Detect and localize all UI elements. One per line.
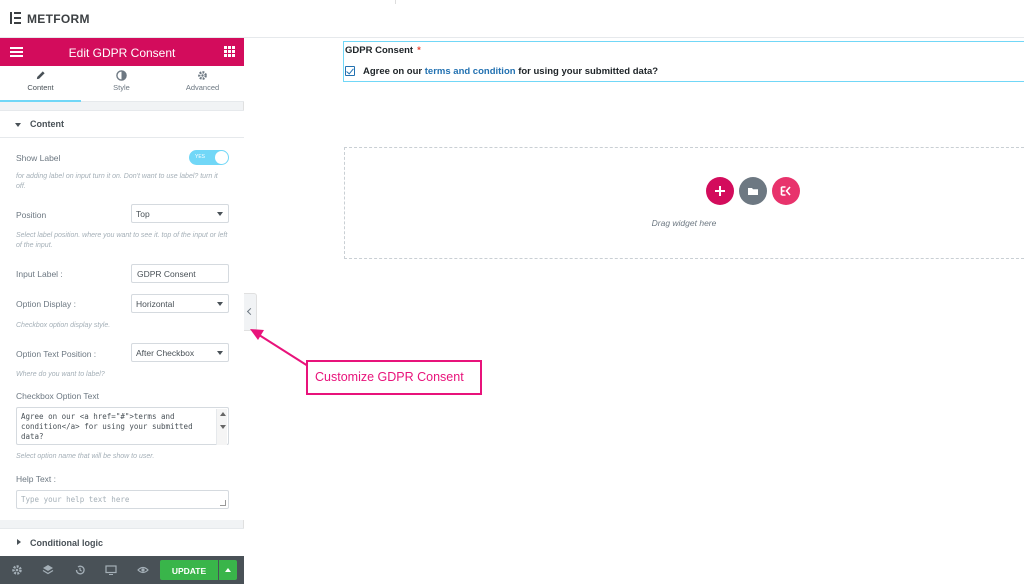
plus-icon — [715, 186, 725, 196]
caret-down-icon — [15, 123, 21, 127]
help-text-label: Help Text : — [16, 474, 57, 484]
tab-style-label: Style — [113, 83, 130, 92]
pencil-icon — [36, 71, 45, 80]
chevron-left-icon — [246, 307, 255, 316]
brand-name: METFORM — [27, 12, 90, 26]
position-select[interactable]: Top — [131, 204, 229, 223]
option-text-position-label: Option Text Position : — [16, 349, 97, 359]
section-conditional-logic[interactable]: Conditional logic — [0, 528, 244, 556]
input-label-label: Input Label : — [16, 269, 63, 279]
add-section-button[interactable] — [706, 177, 734, 205]
position-hint: Select label position. where you want to… — [16, 232, 228, 249]
tab-content[interactable]: Content — [0, 66, 81, 102]
elementskit-template-button[interactable] — [772, 177, 800, 205]
gdpr-consent-widget[interactable]: GDPR Consent * Agree on our terms and con… — [343, 41, 1024, 82]
caret-up-icon — [225, 568, 231, 572]
collapse-panel-handle[interactable] — [244, 293, 257, 331]
show-label-hint: for adding label on input turn it on. Do… — [16, 173, 218, 190]
history-icon[interactable] — [74, 564, 86, 576]
tab-advanced[interactable]: Advanced — [162, 66, 243, 102]
add-template-button[interactable] — [739, 177, 767, 205]
annotation-callout: Customize GDPR Consent — [306, 360, 482, 395]
option-display-label: Option Display : — [16, 299, 76, 309]
textarea-scrollbar[interactable] — [216, 409, 227, 445]
scroll-down-icon[interactable] — [220, 425, 226, 429]
preview-eye-icon[interactable] — [137, 564, 149, 576]
show-label-toggle[interactable]: YES — [189, 150, 229, 165]
responsive-desktop-icon[interactable] — [105, 564, 117, 576]
option-suffix: for using your submitted data? — [515, 66, 659, 77]
top-bar: METFORM — [0, 0, 1024, 38]
gdpr-heading-text: GDPR Consent — [345, 45, 414, 56]
panel-title: Edit GDPR Consent — [68, 46, 176, 60]
callout-text: Customize GDPR Consent — [315, 370, 464, 384]
scroll-up-icon[interactable] — [220, 412, 226, 416]
settings-gear-icon[interactable] — [11, 564, 23, 576]
preview-canvas — [257, 38, 1024, 584]
required-mark: * — [417, 45, 421, 56]
drag-widget-text: Drag widget here — [651, 218, 717, 228]
terms-link[interactable]: terms and condition — [425, 66, 516, 77]
help-text-input[interactable]: Type your help text here — [16, 490, 229, 509]
update-button[interactable]: UPDATE — [160, 560, 218, 580]
section-content-title: Content — [30, 119, 64, 129]
editor-panel: Edit GDPR Consent Content Style Advanced… — [0, 38, 244, 584]
resize-grip-icon[interactable] — [220, 500, 226, 506]
half-circle-icon — [116, 70, 127, 81]
position-label: Position — [16, 210, 47, 220]
content-controls: Show Label YES for adding label on input… — [0, 138, 244, 520]
folder-icon — [748, 188, 758, 195]
elementor-logo-icon — [10, 12, 21, 24]
drop-zone[interactable] — [344, 147, 1024, 259]
checkbox-option-text-value: Agree on our <a href="#">terms and condi… — [21, 412, 193, 441]
conditional-logic-title: Conditional logic — [30, 538, 103, 548]
top-divider — [395, 0, 396, 4]
toggle-knob — [215, 151, 228, 164]
option-text-position-select[interactable]: After Checkbox — [131, 343, 229, 362]
checkbox-option-text-area[interactable]: Agree on our <a href="#">terms and condi… — [16, 407, 229, 445]
panel-header: Edit GDPR Consent — [0, 38, 244, 66]
help-text-placeholder: Type your help text here — [21, 495, 130, 504]
widgets-grid-icon[interactable] — [224, 46, 235, 57]
option-display-hint: Checkbox option display style. — [16, 322, 111, 329]
gdpr-checkbox[interactable] — [345, 66, 355, 76]
elementskit-logo-icon — [780, 186, 791, 196]
gdpr-heading: GDPR Consent * — [345, 45, 421, 56]
tab-content-label: Content — [27, 83, 54, 92]
gdpr-option-text: Agree on our terms and condition for usi… — [363, 66, 658, 77]
checkbox-option-text-hint: Select option name that will be show to … — [16, 453, 155, 460]
option-text-position-hint: Where do you want to label? — [16, 371, 105, 378]
option-display-select[interactable]: Horizontal — [131, 294, 229, 313]
tab-style[interactable]: Style — [81, 66, 162, 102]
gear-icon — [198, 71, 207, 80]
checkbox-option-text-label: Checkbox Option Text — [16, 391, 99, 401]
caret-right-icon — [17, 539, 21, 545]
panel-footer: UPDATE — [0, 556, 244, 584]
layers-icon[interactable] — [42, 564, 54, 576]
toggle-text: YES — [195, 154, 206, 160]
section-content-header[interactable]: Content — [0, 110, 244, 138]
input-label-field[interactable]: GDPR Consent — [131, 264, 229, 283]
tab-advanced-label: Advanced — [185, 83, 220, 92]
panel-tabs: Content Style Advanced — [0, 66, 244, 102]
show-label-label: Show Label — [16, 153, 61, 163]
update-options-button[interactable] — [219, 560, 237, 580]
option-prefix: Agree on our — [363, 66, 425, 77]
